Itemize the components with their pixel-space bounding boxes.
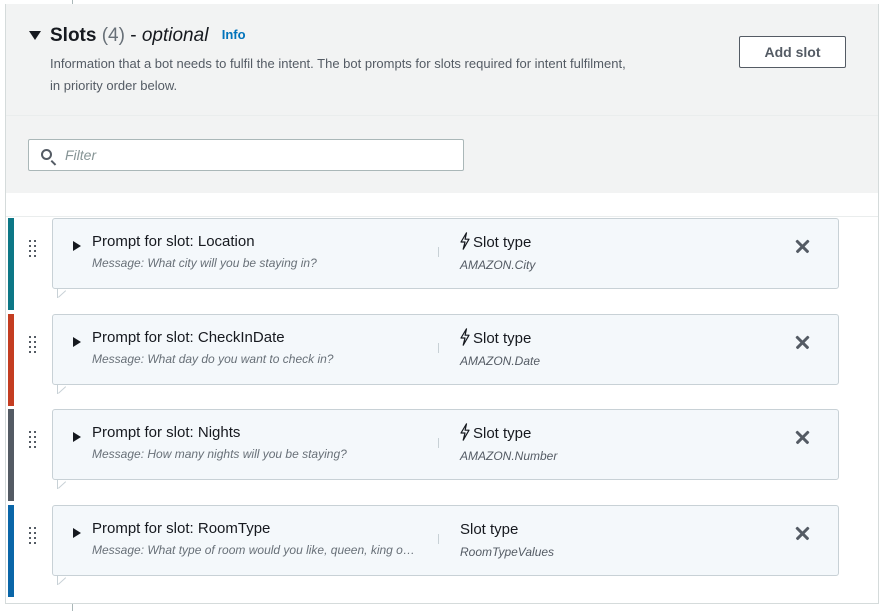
expand-caret-icon[interactable] — [73, 528, 81, 538]
close-icon[interactable] — [793, 525, 811, 543]
title-text: Slots — [50, 25, 97, 46]
slot-row: Prompt for slot: Location Message: What … — [8, 218, 878, 310]
slots-header: Slots (4) - optional Info Information th… — [6, 4, 878, 116]
card-tail — [57, 384, 67, 394]
collapse-caret-icon[interactable] — [29, 31, 41, 40]
slot-prompt-message: Message: What day do you want to check i… — [92, 352, 334, 366]
slot-prompt-title: Prompt for slot: RoomType — [92, 520, 271, 537]
card-tail — [57, 288, 67, 298]
expand-caret-icon[interactable] — [73, 241, 81, 251]
column-separator — [438, 438, 439, 448]
divider — [6, 216, 878, 217]
slot-type-label: Slot type — [460, 521, 519, 538]
slot-type-value: AMAZON.Date — [460, 354, 541, 368]
slot-priority-bar — [8, 314, 14, 406]
connector-line-bottom — [72, 604, 73, 611]
info-link[interactable]: Info — [222, 27, 246, 42]
title-dash: - — [130, 25, 137, 46]
slot-type-label: Slot type — [473, 234, 532, 251]
slot-priority-bar — [8, 505, 14, 597]
slot-type-value: AMAZON.Number — [460, 449, 558, 463]
slot-prompt-message: Message: What city will you be staying i… — [92, 256, 317, 270]
slot-type-label: Slot type — [473, 425, 532, 442]
drag-handle-icon[interactable] — [29, 431, 37, 448]
section-description: Information that a bot needs to fulfil t… — [50, 56, 626, 93]
drag-handle-icon[interactable] — [29, 240, 37, 257]
slot-prompt-message: Message: How many nights will you be sta… — [92, 447, 347, 461]
add-slot-button[interactable]: Add slot — [739, 36, 846, 68]
slot-prompt-title: Prompt for slot: Location — [92, 233, 255, 250]
filter-input[interactable] — [65, 144, 455, 166]
close-icon[interactable] — [793, 334, 811, 352]
slot-row: Prompt for slot: RoomType Message: What … — [8, 505, 878, 597]
close-icon[interactable] — [793, 238, 811, 256]
search-icon — [41, 149, 52, 160]
expand-caret-icon[interactable] — [73, 337, 81, 347]
drag-handle-icon[interactable] — [29, 336, 37, 353]
filter-field[interactable] — [28, 139, 464, 171]
slots-panel: Slots (4) - optional Info Information th… — [5, 4, 879, 604]
slot-prompt-message: Message: What type of room would you lik… — [92, 543, 416, 557]
slot-priority-bar — [8, 218, 14, 310]
slot-type-value: AMAZON.City — [460, 258, 536, 272]
slot-prompt-title: Prompt for slot: Nights — [92, 424, 241, 441]
slot-row: Prompt for slot: Nights Message: How man… — [8, 409, 878, 501]
close-icon[interactable] — [793, 429, 811, 447]
expand-caret-icon[interactable] — [73, 432, 81, 442]
section-title: Slots (4) - optional Info — [50, 24, 246, 49]
slot-card: Prompt for slot: CheckInDate Message: Wh… — [52, 314, 839, 385]
slot-type-label: Slot type — [473, 330, 532, 347]
slot-count: (4) — [101, 25, 125, 46]
lightning-bolt-icon — [460, 232, 470, 250]
drag-handle-icon[interactable] — [29, 527, 37, 544]
slot-card: Prompt for slot: Location Message: What … — [52, 218, 839, 289]
slot-prompt-title: Prompt for slot: CheckInDate — [92, 329, 285, 346]
column-separator — [438, 534, 439, 544]
card-tail — [57, 479, 67, 489]
column-separator — [438, 343, 439, 353]
slot-type-value: RoomTypeValues — [460, 545, 555, 559]
lightning-bolt-icon — [460, 328, 470, 346]
slot-card: Prompt for slot: Nights Message: How man… — [52, 409, 839, 480]
optional-label: optional — [141, 25, 209, 46]
slot-row: Prompt for slot: CheckInDate Message: Wh… — [8, 314, 878, 406]
lightning-bolt-icon — [460, 423, 470, 441]
column-separator — [438, 247, 439, 257]
filter-area — [6, 116, 878, 193]
slot-priority-bar — [8, 409, 14, 501]
slot-card: Prompt for slot: RoomType Message: What … — [52, 505, 839, 576]
card-tail — [57, 575, 67, 585]
